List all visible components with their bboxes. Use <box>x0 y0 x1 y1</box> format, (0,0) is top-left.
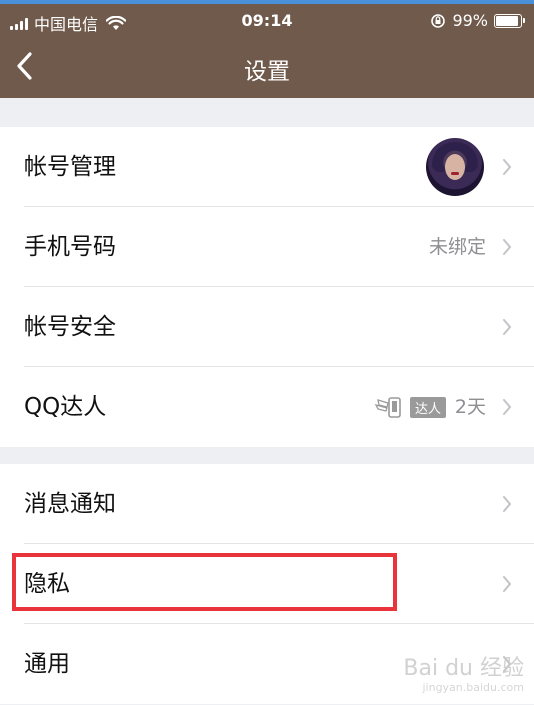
chevron-right-icon <box>503 496 512 512</box>
watermark-url: jingyan.baidu.com <box>422 681 524 694</box>
chevron-right-icon <box>503 159 512 175</box>
navigation-bar: 设置 <box>0 36 534 98</box>
settings-group-account: 帐号管理 手机号码 未绑定 帐号安全 QQ达人 达人 2天 <box>0 127 534 447</box>
status-right: 99% <box>430 11 525 30</box>
chevron-right-icon <box>503 239 512 255</box>
winged-phone-icon <box>374 397 401 418</box>
row-label: 隐私 <box>24 571 70 597</box>
watermark-logo: Bai du 经验 <box>403 656 524 681</box>
talent-tag: 达人 <box>409 396 446 418</box>
talent-days: 2天 <box>454 396 486 418</box>
header: 中国电信 09:14 99% 设置 <box>0 4 534 98</box>
settings-row-privacy[interactable]: 隐私 <box>0 544 534 624</box>
avatar <box>426 138 484 196</box>
status-bar: 中国电信 09:14 99% <box>0 4 534 36</box>
row-label: 消息通知 <box>24 491 116 517</box>
chevron-right-icon <box>503 576 512 592</box>
battery-fill <box>496 15 518 26</box>
settings-row-notifications[interactable]: 消息通知 <box>0 464 534 544</box>
page-title: 设置 <box>244 59 290 85</box>
row-label: QQ达人 <box>24 394 107 420</box>
settings-row-account-management[interactable]: 帐号管理 <box>0 127 534 207</box>
row-label: 帐号管理 <box>24 154 116 180</box>
watermark: Bai du 经验 jingyan.baidu.com <box>403 656 524 694</box>
talent-badge: 达人 <box>374 394 446 420</box>
battery-percent: 99% <box>452 11 488 30</box>
chevron-right-icon <box>503 399 512 415</box>
orientation-lock-icon <box>431 13 446 28</box>
battery-icon <box>494 13 525 28</box>
chevron-right-icon <box>503 319 512 335</box>
row-value: 未绑定 <box>428 236 486 258</box>
settings-row-phone-number[interactable]: 手机号码 未绑定 <box>0 207 534 287</box>
settings-row-account-security[interactable]: 帐号安全 <box>0 287 534 367</box>
row-label: 帐号安全 <box>24 314 116 340</box>
row-label: 通用 <box>24 651 70 677</box>
row-label: 手机号码 <box>24 234 116 260</box>
settings-row-qq-talent[interactable]: QQ达人 达人 2天 <box>0 367 534 447</box>
